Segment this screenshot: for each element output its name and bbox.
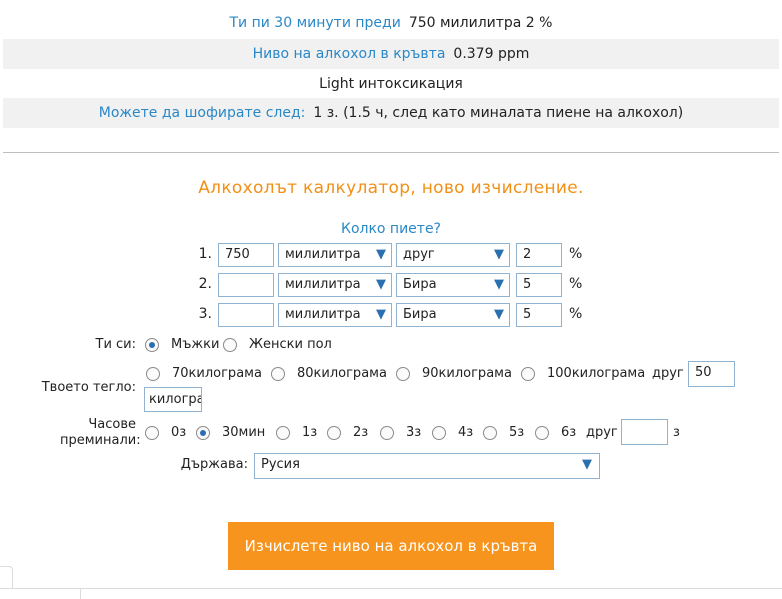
result-drank-value: 750 милилитра 2 % [408,15,553,31]
weight-80-radio[interactable] [271,367,285,381]
result-intoxication-value: Light интоксикация [319,76,463,92]
drink-percent-input[interactable]: 5 [516,273,562,297]
drink-unit-value: милилитра [285,277,361,292]
drink-type-value: Бира [403,307,437,322]
drink-percent-input[interactable]: 5 [516,303,562,327]
percent-sign: % [569,246,583,262]
drink-row-number: 3. [198,306,212,322]
result-drive: Можете да шофирате след: 1 з. (1.5 ч, сл… [3,98,779,128]
drink-type-select[interactable]: Бира ▼ [396,303,510,327]
hours-30min-radio[interactable] [196,426,210,440]
drink-unit-value: милилитра [285,307,361,322]
dropdown-arrow-icon: ▼ [376,277,386,292]
hours-2-label: 2з [353,425,369,440]
result-intoxication: Light интоксикация [3,69,779,99]
drink-unit-select[interactable]: милилитра ▼ [278,243,392,267]
percent-sign: % [569,276,583,292]
weight-70-radio[interactable] [146,367,160,381]
drinks-question: Колко пиете? [341,221,441,237]
weight-70-label: 70килограма [172,366,262,381]
result-level: Ниво на алкохол в кръвта 0.379 ppm [3,39,779,69]
drink-percent-input[interactable]: 2 [516,243,562,267]
hours-label-line2: преминали: [60,433,141,448]
calculator-title: Алкохолът калкулатор, ново изчисление. [198,178,584,198]
percent-sign: % [569,306,583,322]
hours-0-label: 0з [171,425,187,440]
hours-3-label: 3з [406,425,422,440]
calculate-button[interactable]: Изчислете ниво на алкохол в кръвта [228,522,554,570]
weight-100-radio[interactable] [521,367,535,381]
hours-label: Часове преминали: [60,417,141,449]
hours-other-label: друг [586,425,618,440]
drink-row-number: 2. [198,276,212,292]
hours-5-radio[interactable] [483,426,497,440]
drink-unit-select[interactable]: милилитра ▼ [278,273,392,297]
result-drank-label: Ти пи 30 минути преди [229,15,401,31]
country-value: Русия [261,457,300,472]
country-select[interactable]: Русия ▼ [254,453,600,479]
drink-unit-select[interactable]: милилитра ▼ [278,303,392,327]
dropdown-arrow-icon: ▼ [376,247,386,262]
result-drank: Ти пи 30 минути преди 750 милилитра 2 % [3,8,779,38]
drink-type-select[interactable]: Бира ▼ [396,273,510,297]
weight-90-radio[interactable] [396,367,410,381]
weight-other-label: друг [652,366,684,381]
hours-30min-label: 30мин [222,425,266,440]
dropdown-arrow-icon: ▼ [494,307,504,322]
weight-80-label: 80килограма [297,366,387,381]
hours-1-label: 1з [302,425,318,440]
dropdown-arrow-icon: ▼ [376,307,386,322]
gender-label: Ти си: [95,337,137,352]
weight-90-label: 90килограма [422,366,512,381]
country-label: Държава: [180,457,248,472]
weight-other-input[interactable]: 50 [688,361,735,387]
footer-tab [0,566,13,589]
dropdown-arrow-icon: ▼ [494,247,504,262]
drink-amount-input[interactable] [218,273,274,297]
result-level-label: Ниво на алкохол в кръвта [252,46,446,62]
hours-2-radio[interactable] [327,426,341,440]
hours-other-input[interactable] [621,419,668,445]
result-level-value: 0.379 ppm [453,46,530,62]
drink-type-select[interactable]: друг ▼ [396,243,510,267]
hours-label-line1: Часове [88,417,136,432]
drink-unit-value: милилитра [285,247,361,262]
gender-male-label: Мъжки [171,337,220,352]
weight-unit-select[interactable]: килогра [144,387,202,412]
hours-6-label: 6з [561,425,577,440]
drink-amount-input[interactable] [218,303,274,327]
hours-1-radio[interactable] [276,426,290,440]
weight-label: Твоето тегло: [41,380,136,395]
result-drive-value: 1 з. (1.5 ч, след като миналата пиене на… [313,105,684,121]
hours-6-radio[interactable] [535,426,549,440]
drink-type-value: друг [403,247,435,262]
footer-divider [0,588,782,589]
gender-female-label: Женски пол [249,337,332,352]
weight-100-label: 100килограма [547,366,646,381]
drink-type-value: Бира [403,277,437,292]
gender-female-radio[interactable] [223,338,237,352]
footer-separator [80,588,81,599]
hours-0-radio[interactable] [145,426,159,440]
dropdown-arrow-icon: ▼ [494,277,504,292]
drink-row-number: 1. [198,246,212,262]
dropdown-arrow-icon: ▼ [582,457,592,472]
hours-4-radio[interactable] [432,426,446,440]
hours-3-radio[interactable] [380,426,394,440]
drink-amount-input[interactable]: 750 [218,243,274,267]
hours-5-label: 5з [509,425,525,440]
result-drive-label: Можете да шофирате след: [98,105,306,121]
hours-unit-label: з [673,425,680,440]
gender-male-radio[interactable] [145,338,159,352]
divider [3,152,779,153]
hours-4-label: 4з [458,425,474,440]
